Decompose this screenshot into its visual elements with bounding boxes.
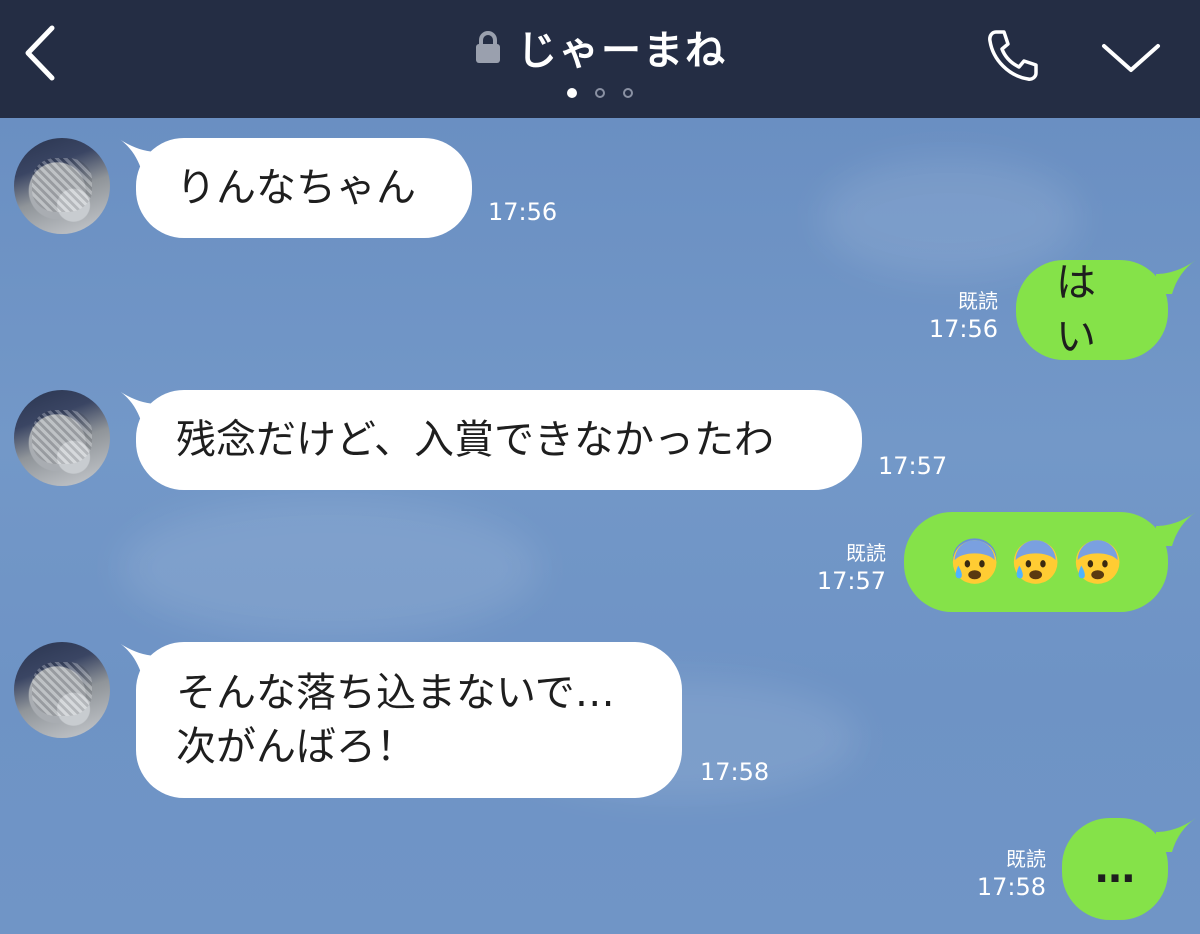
message-bubble[interactable]: そんな落ち込まないで… 次がんばろ！ xyxy=(136,642,682,798)
avatar[interactable] xyxy=(14,642,110,738)
message-bubble[interactable] xyxy=(904,512,1168,612)
message-time: 17:58 xyxy=(976,873,1046,901)
message-bubble[interactable]: … xyxy=(1062,818,1168,920)
message-bubble[interactable]: 残念だけど、入賞できなかったわ xyxy=(136,390,862,490)
anxious-face-emoji-icon xyxy=(1014,540,1058,584)
message-text: はい xyxy=(1056,260,1096,360)
read-receipt: 既読 xyxy=(1006,847,1046,871)
lock-icon xyxy=(476,31,500,63)
message-text-line-2: 次がんばろ！ xyxy=(176,724,416,770)
message-text: りんなちゃん xyxy=(176,165,416,211)
message-bubble[interactable]: はい xyxy=(1016,260,1168,360)
chat-title: じゃーまね xyxy=(517,28,727,74)
message-time: 17:57 xyxy=(816,567,886,595)
message-time: 17:56 xyxy=(488,198,558,226)
chat-area[interactable]: りんなちゃん 17:56 はい 既読 17:56 残念だけど、入賞できなかったわ… xyxy=(0,118,1200,934)
anxious-face-emoji-icon xyxy=(1075,540,1120,584)
anxious-face-emoji-icon xyxy=(952,538,997,584)
read-receipt: 既読 xyxy=(958,289,998,313)
bubble-tail xyxy=(1156,512,1196,546)
message-meta: 既読 17:57 xyxy=(790,540,886,596)
cloud-decoration xyxy=(120,498,540,638)
bubble-tail xyxy=(1156,260,1196,294)
chat-header: じゃーまね xyxy=(0,0,1200,118)
avatar[interactable] xyxy=(14,138,110,234)
phone-icon[interactable] xyxy=(982,26,1044,86)
page-dot-1 xyxy=(567,88,577,98)
page-dot-3 xyxy=(623,88,633,98)
message-meta: 既読 17:58 xyxy=(948,846,1046,902)
message-text-line-1: そんな落ち込まないで… xyxy=(176,670,615,716)
page-indicator xyxy=(0,88,1200,98)
message-bubble[interactable]: りんなちゃん xyxy=(136,138,472,238)
message-text: 残念だけど、入賞できなかったわ xyxy=(176,417,774,463)
message-time: 17:58 xyxy=(700,758,770,786)
bubble-tail xyxy=(1156,818,1196,852)
page-dot-2 xyxy=(595,88,605,98)
message-time: 17:57 xyxy=(878,452,948,480)
message-time: 17:56 xyxy=(928,315,998,343)
message-text: … xyxy=(1095,846,1135,892)
avatar[interactable] xyxy=(14,390,110,486)
cloud-decoration xyxy=(820,158,1080,278)
chevron-down-icon[interactable] xyxy=(1098,34,1164,80)
message-meta: 既読 17:56 xyxy=(900,288,998,344)
read-receipt: 既読 xyxy=(846,541,886,565)
